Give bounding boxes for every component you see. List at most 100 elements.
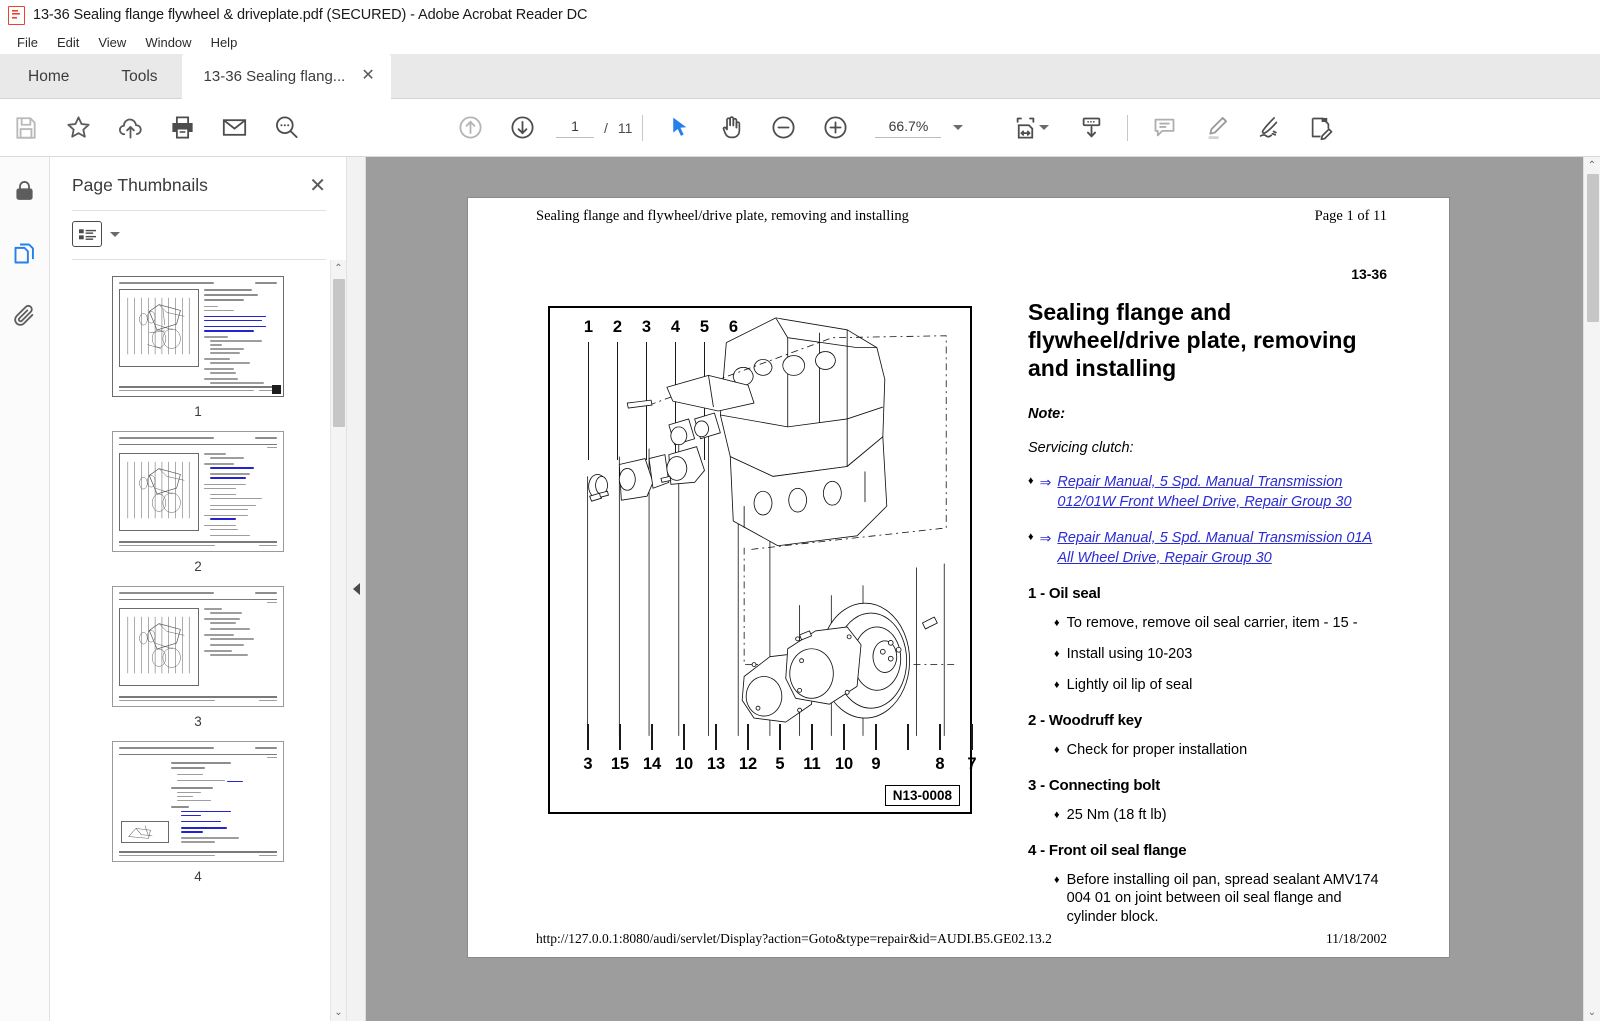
thumbnails-list: 1 2 3 4 (50, 276, 346, 884)
part-bullet: ♦ Before installing oil pan, spread seal… (1028, 871, 1380, 928)
previous-page-icon[interactable] (444, 105, 496, 151)
fill-sign-icon[interactable] (1294, 105, 1346, 151)
print-icon[interactable] (156, 105, 208, 151)
menu-item-window[interactable]: Window (136, 33, 200, 52)
chevron-left-icon[interactable] (352, 583, 360, 595)
document-viewer[interactable]: Sealing flange and flywheel/drive plate,… (366, 157, 1600, 1021)
zoom-out-icon[interactable] (757, 105, 809, 151)
toolbar-divider-1 (642, 114, 644, 141)
callout: 10 (834, 755, 854, 773)
page-number-box: 1 / 11 (556, 118, 632, 138)
hand-icon[interactable] (705, 105, 757, 151)
callout: 11 (803, 755, 821, 773)
chevron-down-icon[interactable] (953, 125, 964, 130)
chevron-down-icon[interactable] (110, 231, 120, 237)
menu-item-view[interactable]: View (89, 33, 135, 52)
thumbnails-toolbar (50, 211, 346, 247)
panel-collapse-handle[interactable] (347, 157, 366, 1021)
page-number-input[interactable]: 1 (556, 118, 594, 138)
scrollbar-track[interactable] (331, 277, 347, 1004)
menu-item-help[interactable]: Help (202, 33, 247, 52)
callout: 5 (775, 755, 785, 773)
zoom-level-value[interactable]: 66.7% (875, 118, 942, 138)
thumbnails-header: Page Thumbnails ✕ (50, 157, 346, 196)
security-lock-icon[interactable] (5, 171, 45, 211)
page-thumbnails-icon[interactable] (5, 233, 45, 273)
list-item[interactable]: 4 (112, 741, 284, 884)
annotate-tools-group (1138, 105, 1346, 151)
menu-item-edit[interactable]: Edit (48, 33, 88, 52)
callout: 3 (583, 755, 593, 773)
scroll-up-icon[interactable]: ⌃ (331, 260, 347, 277)
callout: 7 (967, 755, 977, 773)
zoom-in-icon[interactable] (809, 105, 861, 151)
figure-leader-lines-bottom (572, 724, 988, 750)
tab-tools[interactable]: Tools (97, 54, 181, 99)
bullet-diamond-icon: ♦ (1054, 743, 1060, 756)
next-page-icon[interactable] (496, 105, 548, 151)
close-icon[interactable]: ✕ (309, 176, 326, 196)
callout: 8 (935, 755, 945, 773)
star-icon[interactable] (52, 105, 104, 151)
thumbnail-page-2[interactable] (112, 431, 284, 552)
part-heading-3: 3 - Connecting bolt (1028, 776, 1161, 794)
callout: 12 (738, 755, 758, 773)
highlight-icon[interactable] (1190, 105, 1242, 151)
tab-home[interactable]: Home (0, 54, 97, 99)
navigation-rail (0, 157, 50, 1021)
figure-id-label: N13-0008 (884, 785, 960, 806)
tab-document[interactable]: 13-36 Sealing flang... ✕ (181, 54, 391, 99)
list-item[interactable]: 2 (112, 431, 284, 574)
close-icon[interactable]: ✕ (361, 68, 374, 84)
chevron-down-icon[interactable] (1039, 125, 1050, 130)
bullet-text: Check for proper installation (1066, 741, 1248, 758)
thumbnails-scrollbar[interactable]: ⌃ ⌄ (330, 260, 346, 1021)
scroll-down-icon[interactable]: ⌄ (331, 1004, 347, 1021)
part-bullet: ♦ To remove, remove oil seal carrier, it… (1028, 614, 1380, 633)
list-options-icon[interactable] (72, 221, 102, 247)
document-footer: http://127.0.0.1:8080/audi/servlet/Displ… (536, 931, 1387, 947)
figure-callouts-bottom: 3 15 14 10 13 12 5 11 10 9 8 7 (572, 755, 988, 774)
cross-reference-link-1[interactable]: ♦ ⇒ Repair Manual, 5 Spd. Manual Transmi… (1028, 473, 1380, 512)
thumbnail-page-1[interactable] (112, 276, 284, 397)
email-icon[interactable] (208, 105, 260, 151)
cross-reference-link-2[interactable]: ♦ ⇒ Repair Manual, 5 Spd. Manual Transmi… (1028, 529, 1380, 568)
file-actions-group (0, 105, 312, 151)
bullet-text: Before installing oil pan, spread sealan… (1066, 871, 1379, 926)
scroll-down-icon[interactable]: ⌄ (1584, 1004, 1600, 1021)
scroll-up-icon[interactable]: ⌃ (1584, 157, 1600, 174)
tab-strip: Home Tools 13-36 Sealing flang... ✕ (0, 54, 1600, 99)
viewer-scrollbar[interactable]: ⌃ ⌄ (1583, 157, 1600, 1021)
note-label: Note: (1028, 406, 1066, 423)
list-item[interactable]: 1 (112, 276, 284, 419)
select-cursor-icon[interactable] (653, 105, 705, 151)
header-title: Sealing flange and flywheel/drive plate,… (536, 208, 909, 224)
save-icon[interactable] (0, 105, 52, 151)
link-text[interactable]: Repair Manual, 5 Spd. Manual Transmissio… (1057, 529, 1380, 568)
link-text[interactable]: Repair Manual, 5 Spd. Manual Transmissio… (1057, 473, 1380, 512)
zoom-level-control[interactable]: 66.7% (875, 118, 964, 138)
part-heading-4: 4 - Front oil seal flange (1028, 841, 1187, 859)
bullet-diamond-icon: ♦ (1028, 475, 1034, 488)
note-body: Servicing clutch: (1028, 440, 1134, 457)
attachments-paperclip-icon[interactable] (5, 295, 45, 335)
comment-icon[interactable] (1138, 105, 1190, 151)
scrollbar-thumb[interactable] (1586, 174, 1599, 322)
sign-icon[interactable] (1242, 105, 1294, 151)
callout (892, 755, 924, 774)
thumbnail-page-4[interactable] (112, 741, 284, 862)
bullet-diamond-icon: ♦ (1054, 808, 1060, 821)
tab-document-label: 13-36 Sealing flang... (203, 68, 346, 85)
menu-item-file[interactable]: File (8, 33, 47, 52)
list-item[interactable]: 3 (112, 586, 284, 729)
thumbnail-page-3[interactable] (112, 586, 284, 707)
cloud-upload-icon[interactable] (104, 105, 156, 151)
read-mode-icon[interactable] (1065, 105, 1117, 151)
arrow-right-icon: ⇒ (1039, 530, 1052, 547)
callout: 9 (871, 755, 881, 773)
scrollbar-thumb[interactable] (332, 279, 345, 427)
part-bullet: ♦ 25 Nm (18 ft lb) (1028, 806, 1380, 825)
scrollbar-track[interactable] (1584, 174, 1600, 1004)
search-icon[interactable] (260, 105, 312, 151)
bullet-text: Lightly oil lip of seal (1066, 677, 1193, 694)
